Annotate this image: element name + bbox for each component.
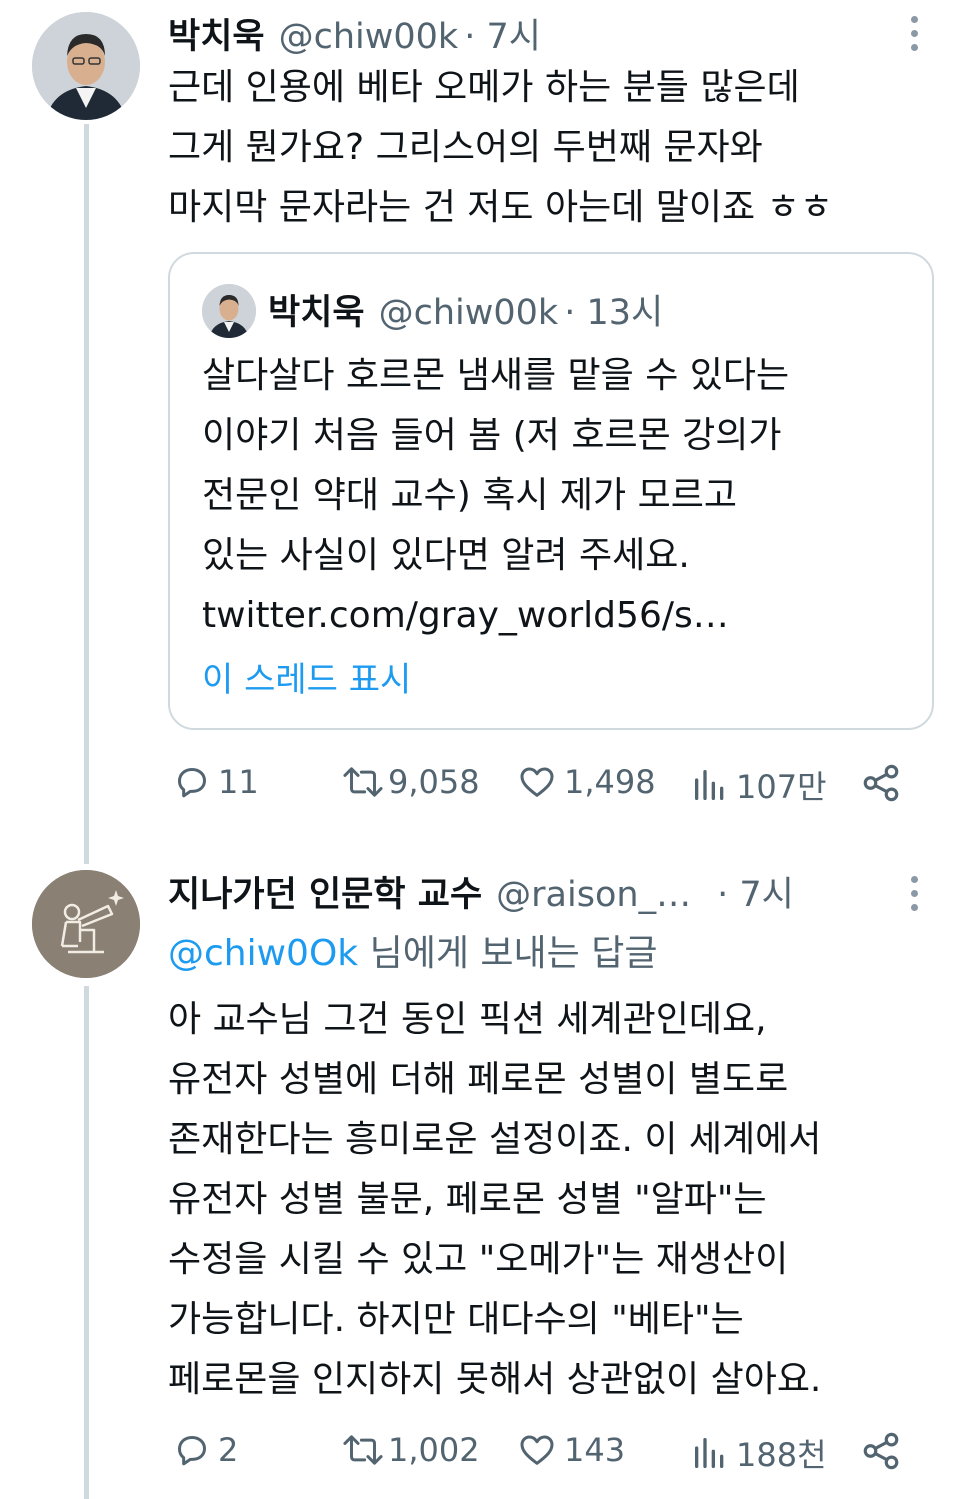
display-name[interactable]: 지나가던 인문학 교수 (168, 866, 482, 917)
tweet-line: 수정을 시킬 수 있고 "오메가"는 재생산이 (168, 1239, 789, 1280)
quote-text: 살다살다 호르몬 냄새를 맡을 수 있다는 이야기 처음 들어 봄 (저 호르몬… (202, 346, 789, 646)
reply-count: 2 (218, 1431, 239, 1469)
show-thread-link[interactable]: 이 스레드 표시 (202, 652, 411, 701)
tweet-line: 그게 뭔가요? 그리스어의 두번째 문자와 (168, 127, 763, 168)
quote-username: @chiw00k (378, 293, 559, 333)
quote-timestamp: · 13시 (564, 293, 664, 333)
tweet-text: 근데 인용에 베타 오메가 하는 분들 많은데 그게 뭔가요? 그리스어의 두번… (168, 58, 833, 238)
username[interactable]: @raison_… (496, 875, 691, 915)
tweet-line: 유전자 성별에 더해 페로몬 성별이 별도로 (168, 1059, 789, 1100)
mention-link[interactable]: @chiw0Ok (168, 933, 358, 974)
like-count: 1,498 (564, 763, 656, 801)
quote-link[interactable]: twitter.com/gray_world56/s… (202, 586, 789, 646)
avatar[interactable] (32, 12, 140, 120)
tweet-header: 박치욱 @chiw00k · 7시 (168, 8, 541, 59)
quote-line: 이야기 처음 들어 봄 (저 호르몬 강의가 (202, 415, 782, 456)
share-icon (860, 762, 902, 804)
tweet-actions: 2 1,002 143 188천 (168, 1430, 928, 1480)
thread-line (84, 986, 89, 1499)
thread-line (84, 124, 89, 864)
retweet-icon (340, 1430, 386, 1470)
retweet-count: 9,058 (388, 763, 480, 801)
tweet-line: 페로몬을 인지하지 못해서 상관없이 살아요. (168, 1359, 822, 1400)
quote-line: 전문인 약대 교수) 혹시 제가 모르고 (202, 475, 737, 516)
more-icon[interactable] (910, 876, 920, 918)
like-count: 143 (564, 1431, 626, 1469)
quote-line: 살다살다 호르몬 냄새를 맡을 수 있다는 (202, 355, 790, 396)
quote-display-name: 박치욱 (268, 293, 365, 333)
retweet-button[interactable]: 9,058 (340, 762, 480, 802)
tweet-actions: 11 9,058 1,498 107만 (168, 762, 928, 812)
avatar[interactable] (32, 870, 140, 978)
heart-icon (516, 1430, 558, 1470)
share-icon (860, 1430, 902, 1472)
share-button[interactable] (860, 762, 902, 804)
share-button[interactable] (860, 1430, 902, 1472)
quote-avatar (202, 284, 256, 338)
username[interactable]: @chiw00k (279, 17, 459, 57)
reply-context: @chiw0Ok 님에게 보내는 답글 (168, 924, 657, 976)
views-icon (690, 1433, 730, 1473)
tweet-line: 마지막 문자라는 건 저도 아는데 말이죠 ㅎㅎ (168, 187, 833, 228)
retweet-icon (340, 762, 386, 802)
reply-button[interactable]: 11 (172, 762, 259, 802)
tweet-text: 아 교수님 그건 동인 픽션 세계관인데요, 유전자 성별에 더해 페로몬 성별… (168, 990, 821, 1410)
tweet-header: 지나가던 인문학 교수 @raison_… · 7시 (168, 866, 794, 917)
retweet-count: 1,002 (388, 1431, 480, 1469)
quoted-tweet[interactable]: 박치욱 @chiw00k · 13시 살다살다 호르몬 냄새를 맡을 수 있다는… (168, 252, 934, 730)
timestamp[interactable]: · 7시 (464, 8, 541, 59)
reply-context-text: 님에게 보내는 답글 (358, 933, 658, 974)
like-button[interactable]: 143 (516, 1430, 625, 1470)
tweet-line: 가능합니다. 하지만 대다수의 "베타"는 (168, 1299, 744, 1340)
view-count: 188천 (736, 1436, 827, 1474)
retweet-button[interactable]: 1,002 (340, 1430, 480, 1470)
timestamp[interactable]: · 7시 (717, 866, 794, 917)
display-name[interactable]: 박치욱 (168, 8, 265, 59)
reply-icon (172, 762, 212, 802)
view-count: 107만 (736, 768, 827, 806)
reply-icon (172, 1430, 212, 1470)
tweet-line: 유전자 성별 불문, 페로몬 성별 "알파"는 (168, 1179, 767, 1220)
views-button[interactable]: 107만 (690, 762, 827, 808)
tweet-line: 근데 인용에 베타 오메가 하는 분들 많은데 (168, 67, 800, 108)
tweet-line: 존재한다는 흥미로운 설정이죠. 이 세계에서 (168, 1119, 822, 1160)
like-button[interactable]: 1,498 (516, 762, 656, 802)
reply-count: 11 (218, 763, 259, 801)
more-icon[interactable] (910, 16, 920, 58)
quote-line: 있는 사실이 있다면 알려 주세요. (202, 535, 690, 576)
views-button[interactable]: 188천 (690, 1430, 827, 1476)
tweet-line: 아 교수님 그건 동인 픽션 세계관인데요, (168, 999, 767, 1040)
heart-icon (516, 762, 558, 802)
views-icon (690, 765, 730, 805)
reply-button[interactable]: 2 (172, 1430, 238, 1470)
quote-header: 박치욱 @chiw00k · 13시 (268, 284, 663, 335)
